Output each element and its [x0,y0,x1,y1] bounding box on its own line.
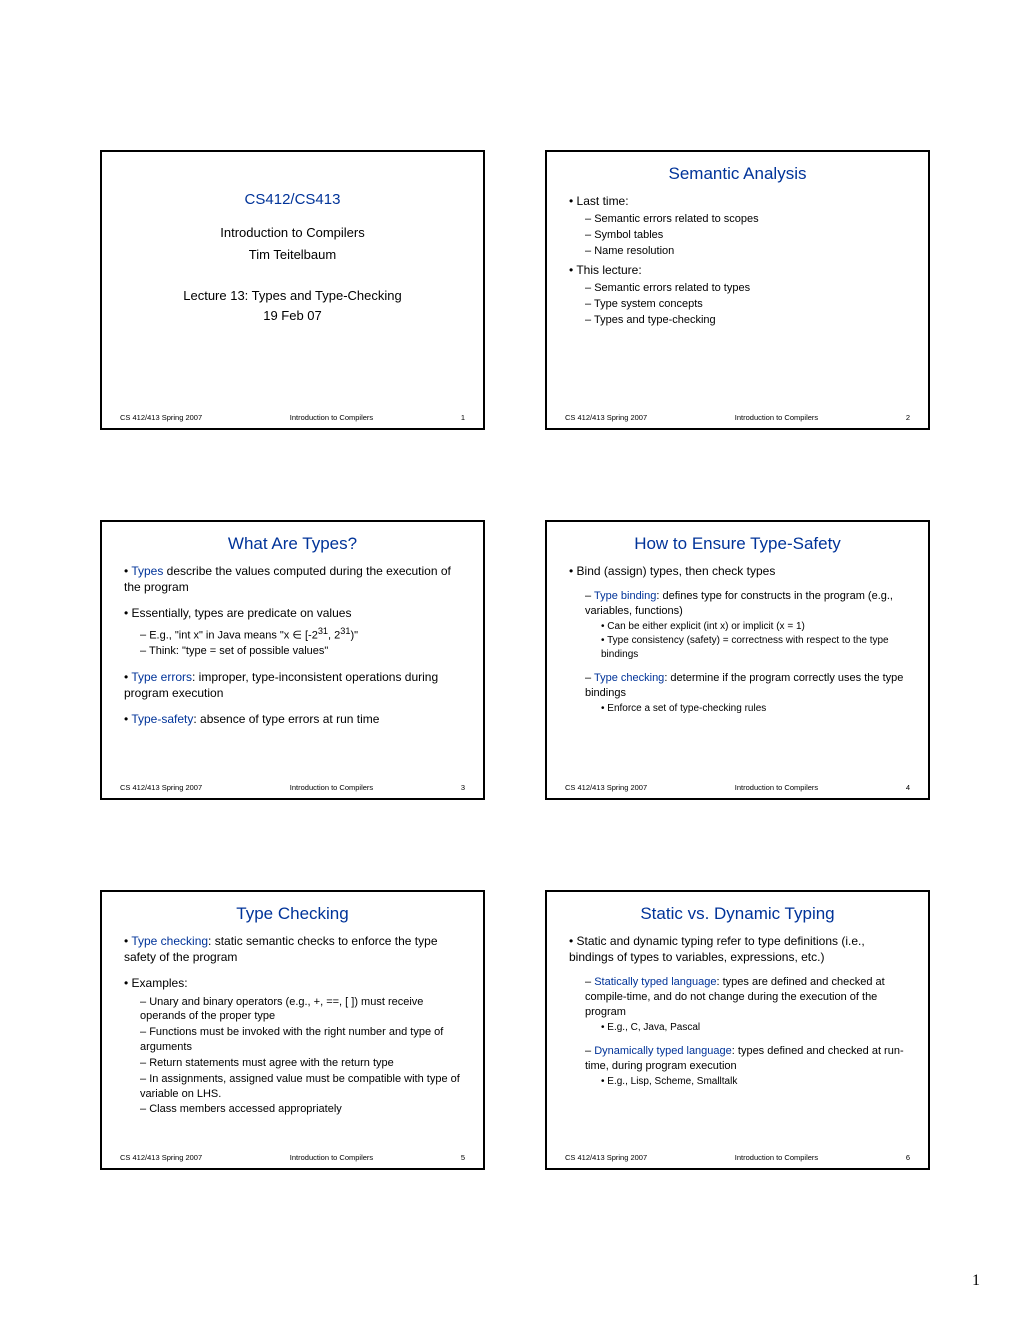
slide-footer: CS 412/413 Spring 2007Introduction to Co… [120,1149,465,1162]
footer-left: CS 412/413 Spring 2007 [565,783,647,792]
bullet: Type checking: static semantic checks to… [124,933,465,965]
slide-body: Static and dynamic typing refer to type … [565,930,910,1149]
bullet: Type checking: determine if the program … [585,671,910,701]
slide-6: Static vs. Dynamic Typing Static and dyna… [545,890,930,1170]
footer-mid: Introduction to Compilers [202,1153,461,1162]
slide-body: Types describe the values computed durin… [120,560,465,779]
footer-left: CS 412/413 Spring 2007 [120,1153,202,1162]
bullet: Type errors: improper, type-inconsistent… [124,669,465,701]
footer-mid: Introduction to Compilers [647,1153,906,1162]
slide-body: CS412/CS413 Introduction to Compilers Tim … [120,162,465,409]
bullet: Enforce a set of type-checking rules [601,702,910,716]
slide-body: Bind (assign) types, then check types Typ… [565,560,910,779]
bullet: Symbol tables [585,228,910,243]
slide-1: CS412/CS413 Introduction to Compilers Tim … [100,150,485,430]
bullet: Type system concepts [585,297,910,312]
bullet: E.g., Lisp, Scheme, Smalltalk [601,1075,910,1089]
bullet: Semantic errors related to scopes [585,212,910,227]
bullet: Can be either explicit (int x) or implic… [601,620,910,634]
bullet: Statically typed language: types are def… [585,975,910,1020]
bullet: Unary and binary operators (e.g., +, ==,… [140,995,465,1025]
slide-4: How to Ensure Type-Safety Bind (assign) t… [545,520,930,800]
slide-grid: CS412/CS413 Introduction to Compilers Tim … [0,0,1020,1270]
slide-title: What Are Types? [120,534,465,554]
slide-body: Last time: Semantic errors related to sco… [565,190,910,409]
course-code: CS412/CS413 [120,190,465,210]
footer-left: CS 412/413 Spring 2007 [565,1153,647,1162]
slide-title: Type Checking [120,904,465,924]
bullet: Type consistency (safety) = correctness … [601,634,910,661]
bullet: Examples: [124,975,465,991]
bullet: Static and dynamic typing refer to type … [569,933,910,965]
slide-2: Semantic Analysis Last time: Semantic erro… [545,150,930,430]
bullet: Types and type-checking [585,313,910,328]
footer-left: CS 412/413 Spring 2007 [120,783,202,792]
footer-num: 1 [461,413,465,422]
bullet: Essentially, types are predicate on valu… [124,605,465,621]
slide-title: Semantic Analysis [565,164,910,184]
footer-mid: Introduction to Compilers [647,413,906,422]
footer-left: CS 412/413 Spring 2007 [120,413,202,422]
lecture-date: 19 Feb 07 [120,307,465,325]
bullet: E.g., "int x" in Java means "x ∈ [-231, … [140,625,465,644]
bullet: E.g., C, Java, Pascal [601,1021,910,1035]
footer-num: 4 [906,783,910,792]
bullet: Semantic errors related to types [585,281,910,296]
bullet: Name resolution [585,244,910,259]
slide-body: Type checking: static semantic checks to… [120,930,465,1149]
lecture-title: Lecture 13: Types and Type-Checking [120,287,465,305]
footer-num: 3 [461,783,465,792]
slide-3: What Are Types? Types describe the values… [100,520,485,800]
footer-num: 6 [906,1153,910,1162]
bullet: Type-safety: absence of type errors at r… [124,711,465,727]
slide-title: Static vs. Dynamic Typing [565,904,910,924]
slide-title: How to Ensure Type-Safety [565,534,910,554]
slide-5: Type Checking Type checking: static seman… [100,890,485,1170]
bullet: Last time: [569,193,910,209]
bullet: Functions must be invoked with the right… [140,1025,465,1055]
course-title: Introduction to Compilers [120,224,465,242]
footer-num: 5 [461,1153,465,1162]
bullet: Types describe the values computed durin… [124,563,465,595]
author: Tim Teitelbaum [120,246,465,264]
page-number: 1 [972,1272,980,1290]
footer-mid: Introduction to Compilers [202,783,461,792]
slide-footer: CS 412/413 Spring 2007Introduction to Co… [565,1149,910,1162]
bullet: Dynamically typed language: types define… [585,1044,910,1074]
bullet: This lecture: [569,262,910,278]
bullet: In assignments, assigned value must be c… [140,1072,465,1102]
footer-left: CS 412/413 Spring 2007 [565,413,647,422]
footer-mid: Introduction to Compilers [202,413,461,422]
bullet: Type binding: defines type for construct… [585,589,910,619]
bullet: Return statements must agree with the re… [140,1056,465,1071]
slide-footer: CS 412/413 Spring 2007Introduction to Co… [120,409,465,422]
footer-mid: Introduction to Compilers [647,783,906,792]
footer-num: 2 [906,413,910,422]
bullet: Think: "type = set of possible values" [140,644,465,659]
slide-footer: CS 412/413 Spring 2007Introduction to Co… [565,779,910,792]
slide-footer: CS 412/413 Spring 2007Introduction to Co… [120,779,465,792]
bullet: Class members accessed appropriately [140,1102,465,1117]
slide-footer: CS 412/413 Spring 2007Introduction to Co… [565,409,910,422]
bullet: Bind (assign) types, then check types [569,563,910,579]
